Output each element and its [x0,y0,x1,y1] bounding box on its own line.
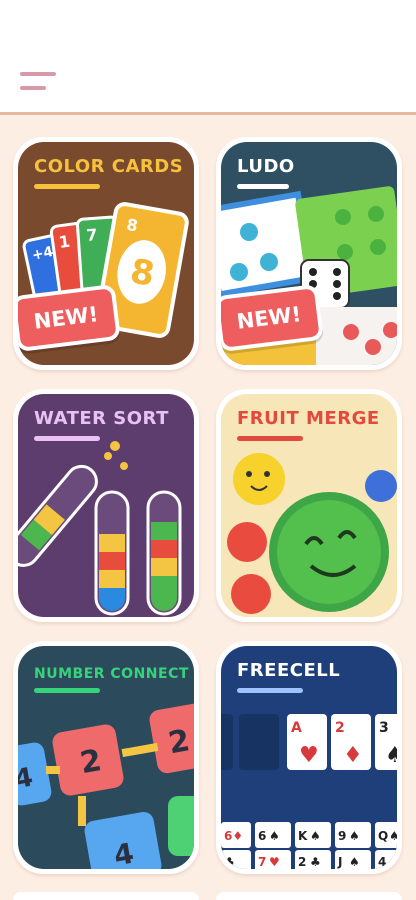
title-underline [34,688,100,693]
game-card-freecell[interactable]: A ♥ 2 ♦ 3 ♠ 6♦ 6 ♠ K ♠ 9 ♠ Q ♠ ♣ 7 ♥ 2 ♣… [216,641,402,874]
title-underline [34,436,100,441]
svg-text:♦: ♦ [343,743,363,768]
title-underline [34,184,100,189]
svg-text:7: 7 [86,225,98,245]
svg-text:♠: ♠ [269,829,280,843]
card-rank: Q [378,829,388,843]
game-title: NUMBER CONNECT [34,666,189,682]
game-title: FRUIT MERGE [237,408,380,429]
game-card-ludo[interactable]: LUDO NEW! [216,137,402,370]
card-rank: 7 [258,855,266,869]
svg-text:♠: ♠ [310,829,321,843]
svg-text:♠: ♠ [385,743,397,768]
game-card-fruit-merge[interactable]: FRUIT MERGE [216,389,402,622]
card-rank: 6 [258,829,266,843]
svg-text:♣: ♣ [224,855,235,869]
game-title: COLOR CARDS [34,156,184,177]
card-rank: 3 [379,720,389,736]
card-rank: K [298,829,308,843]
game-title: LUDO [237,156,295,177]
top-app-bar [0,0,416,113]
svg-text:♠: ♠ [389,829,397,843]
hamburger-menu-icon[interactable] [20,72,60,94]
game-card-number-connect[interactable]: 2 2 4 4 NUMBER CONNECT [13,641,199,874]
game-card-water-sort[interactable]: WATER SORT [13,389,199,622]
card-rank: A [291,720,302,736]
title-underline [237,184,289,189]
card-rank: 9 [338,829,346,843]
svg-text:♠: ♠ [389,855,397,869]
svg-text:♥: ♥ [299,743,319,768]
svg-text:♠: ♠ [349,855,360,869]
card-rank: 2 [298,855,306,869]
next-card-peek-left [13,892,199,900]
game-title: FREECELL [237,660,341,681]
next-card-peek-right [216,892,402,900]
svg-text:6♦: 6♦ [224,829,243,843]
svg-text:♥: ♥ [269,855,280,869]
title-underline [237,688,303,693]
title-underline [237,436,303,441]
header-divider [0,112,416,115]
card-rank: J [337,855,342,869]
card-rank: 4 [378,855,386,869]
card-rank: 2 [335,720,345,736]
svg-text:♠: ♠ [349,829,360,843]
game-title: WATER SORT [34,408,169,429]
svg-text:♣: ♣ [310,855,321,869]
game-card-color-cards[interactable]: +4 1 7 8 8 COLOR CARDS NEW! [13,137,199,370]
